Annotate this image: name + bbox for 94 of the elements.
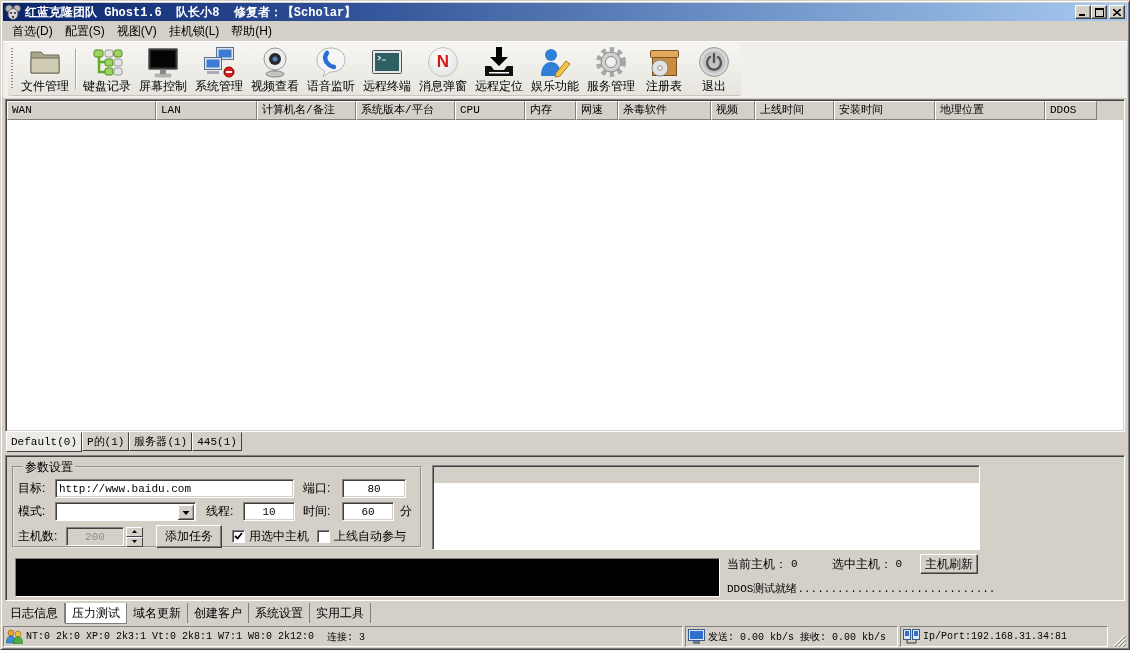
column-header[interactable]: 视频 <box>711 101 755 120</box>
refresh-hosts-button[interactable]: 主机刷新 <box>920 554 979 574</box>
toolbar-button[interactable]: 语音监听 <box>303 43 359 95</box>
menu-item[interactable]: 帮助(H) <box>225 23 278 40</box>
toolbar-button[interactable]: 系统管理 <box>191 43 247 95</box>
column-header[interactable]: DDOS <box>1045 101 1097 120</box>
toolbar-button[interactable]: 文件管理 <box>17 43 73 95</box>
column-header[interactable]: 杀毒软件 <box>618 101 711 120</box>
menu-item[interactable]: 首选(D) <box>6 23 59 40</box>
phone-bubble-icon <box>315 46 347 78</box>
toolbar-button[interactable]: 屏幕控制 <box>135 43 191 95</box>
toolbar-button[interactable]: 远程终端 <box>359 43 415 95</box>
down-arrow-icon <box>132 540 137 543</box>
status-text: Ip/Port:192.168.31.34:81 <box>923 631 1068 642</box>
download-tray-icon <box>483 46 515 78</box>
stat-label: 当前主机： <box>727 555 787 573</box>
toolbar-button[interactable]: 注册表 <box>639 43 689 95</box>
stat-value: 0 <box>791 558 798 570</box>
port-field[interactable]: 80 <box>342 479 406 498</box>
status-text: NT:0 2k:0 XP:0 2k3:1 Vt:0 2k8:1 W7:1 W8:0 2k12:0 <box>26 631 315 642</box>
spin-up-button[interactable] <box>126 526 143 537</box>
column-header[interactable]: WAN <box>7 101 156 120</box>
bottom-tab[interactable]: 创建客户 <box>188 603 249 623</box>
spin-down-button[interactable] <box>126 536 143 547</box>
network-computers-icon <box>903 629 920 644</box>
menu-item[interactable]: 视图(V) <box>110 23 163 40</box>
checkbox-label: 用选中主机 <box>249 528 309 545</box>
maximize-button[interactable] <box>1091 5 1107 19</box>
column-header[interactable]: 系统版本/平台 <box>356 101 455 120</box>
threads-field[interactable]: 10 <box>243 502 295 521</box>
menu-item[interactable]: 配置(S) <box>58 23 111 40</box>
users-icon <box>6 629 23 644</box>
caret-icon <box>178 504 194 520</box>
field-label: 时间: <box>303 503 332 520</box>
checkmark-icon <box>234 532 243 541</box>
group-tab[interactable]: 服务器(1) <box>129 432 193 451</box>
checkbox-label: 上线自动参与 <box>334 528 406 545</box>
field-label: 目标: <box>18 480 47 497</box>
monitor-icon <box>147 46 179 78</box>
group-tab[interactable]: Default(0) <box>6 432 82 452</box>
group-title: 参数设置 <box>24 460 74 474</box>
bottom-tab[interactable]: 系统设置 <box>249 603 310 623</box>
resize-grip-icon[interactable] <box>1113 634 1126 647</box>
window-title: 红蓝克隆团队 Ghost1.6 队长小8 修复者：【Scholar】 <box>25 4 358 21</box>
maximize-icon <box>1094 7 1104 17</box>
toolbar-button[interactable]: 娱乐功能 <box>527 43 583 95</box>
toolbar-button[interactable]: N 消息弹窗 <box>415 43 471 95</box>
toolbar-button[interactable]: 视频查看 <box>247 43 303 95</box>
close-button[interactable] <box>1109 5 1125 19</box>
close-icon <box>1113 8 1121 16</box>
duration-field[interactable]: 60 <box>342 502 394 521</box>
stat-value: 0 <box>895 558 903 570</box>
field-label: 模式: <box>18 503 47 520</box>
user-pencil-icon <box>539 46 571 78</box>
checkbox[interactable] <box>232 530 245 543</box>
logo-badge: N <box>428 47 458 77</box>
column-header[interactable]: 网速 <box>576 101 618 120</box>
networked-computers-icon <box>203 46 235 78</box>
status-text: 连接: 3 <box>327 630 366 644</box>
field-label: 线程: <box>206 503 235 520</box>
monitor-icon <box>688 629 705 644</box>
mode-dropdown[interactable] <box>55 502 196 521</box>
gear-icon <box>595 46 627 78</box>
column-header[interactable]: 上线时间 <box>755 101 834 120</box>
column-header[interactable]: LAN <box>156 101 257 120</box>
unit-label: 分 <box>400 503 412 520</box>
bottom-tab[interactable]: 实用工具 <box>310 603 371 623</box>
field-label: 端口: <box>303 480 332 497</box>
column-header[interactable]: 地理位置 <box>935 101 1045 120</box>
column-header[interactable]: 安装时间 <box>834 101 935 120</box>
toolbar-button[interactable]: 键盘记录 <box>79 43 135 95</box>
target-field[interactable]: http://www.baidu.com <box>55 479 294 498</box>
checkbox[interactable] <box>317 530 330 543</box>
add-task-button[interactable]: 添加任务 <box>156 525 222 548</box>
power-icon <box>698 46 730 78</box>
group-tab[interactable]: 445(1) <box>192 432 242 451</box>
status-text: 发送: 0.00 kb/s 接收: 0.00 kb/s <box>708 630 887 644</box>
node-grid-icon <box>91 46 123 78</box>
toolbar-button[interactable]: 远程定位 <box>471 43 527 95</box>
column-header[interactable]: 内存 <box>525 101 576 120</box>
bottom-tab[interactable]: 压力测试 <box>65 603 127 624</box>
toolbar-button[interactable]: 退出 <box>689 43 739 95</box>
status-message: DDOS测试就绪.............................. <box>727 582 996 596</box>
mouse-head-icon <box>5 4 21 20</box>
column-header[interactable]: 计算机名/备注 <box>257 101 356 120</box>
minimize-button[interactable] <box>1075 5 1091 19</box>
up-arrow-icon <box>132 530 137 533</box>
bottom-tab[interactable]: 域名更新 <box>127 603 188 623</box>
menu-item[interactable]: 挂机锁(L) <box>162 23 226 40</box>
stat-label: 选中主机： <box>831 555 892 573</box>
toolbar-button[interactable]: 服务管理 <box>583 43 639 95</box>
field-label: 主机数: <box>18 528 59 545</box>
group-tab[interactable]: P的(1) <box>82 432 130 451</box>
column-header[interactable]: CPU <box>455 101 525 120</box>
